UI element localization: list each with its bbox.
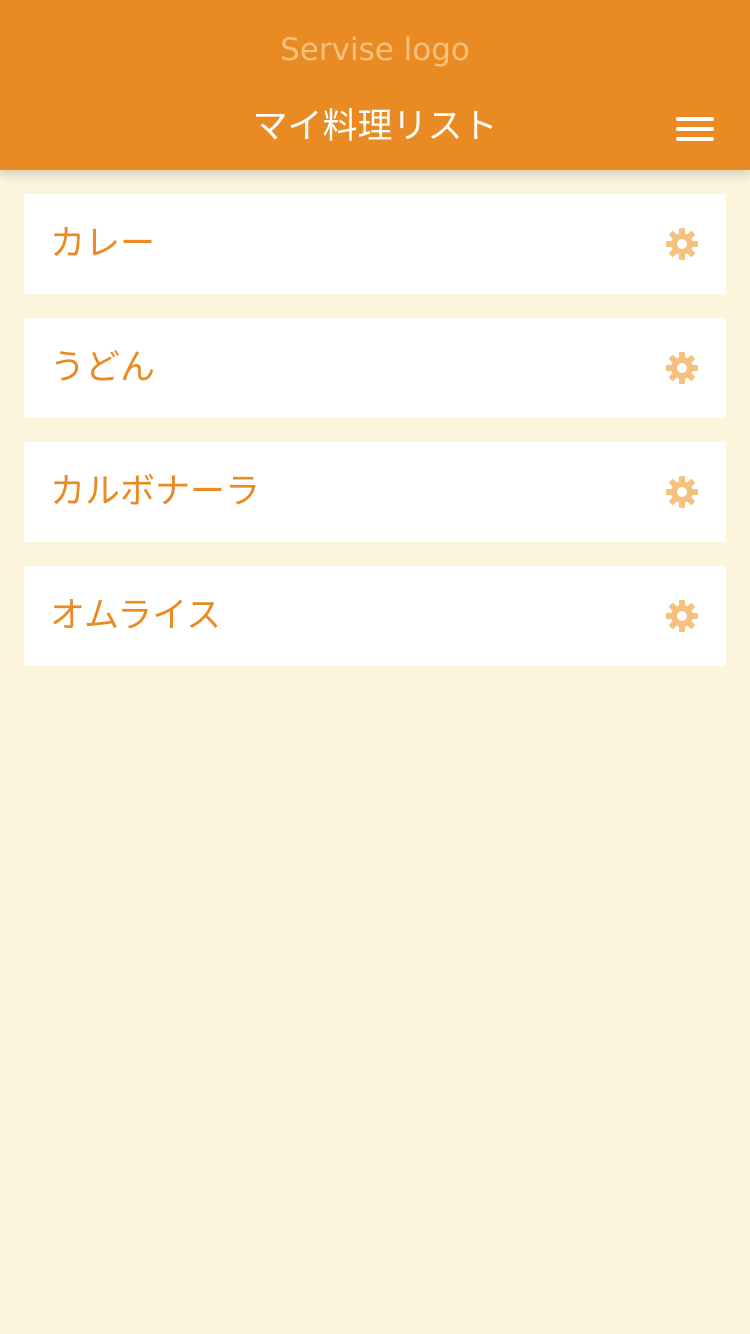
- dish-name: カルボナーラ: [50, 472, 261, 512]
- gear-icon[interactable]: [664, 226, 700, 262]
- list-item[interactable]: うどん: [24, 318, 726, 418]
- list-item[interactable]: カルボナーラ: [24, 442, 726, 542]
- dish-name: カレー: [50, 224, 156, 264]
- gear-icon[interactable]: [664, 598, 700, 634]
- dish-name: うどん: [50, 348, 156, 388]
- gear-icon[interactable]: [664, 350, 700, 386]
- list-item[interactable]: カレー: [24, 194, 726, 294]
- hamburger-menu-icon: [676, 127, 714, 131]
- service-logo: Servise logo: [280, 32, 470, 68]
- dish-list: カレー うどん カルボナーラ オムライス: [24, 194, 726, 690]
- dish-name: オムライス: [50, 596, 222, 636]
- hamburger-menu-icon: [676, 117, 714, 121]
- hamburger-menu-button[interactable]: [668, 107, 722, 151]
- hamburger-menu-icon: [676, 137, 714, 141]
- list-item[interactable]: オムライス: [24, 566, 726, 666]
- page-title: マイ料理リスト: [252, 107, 498, 147]
- app-header: Servise logo マイ料理リスト: [0, 0, 750, 170]
- gear-icon[interactable]: [664, 474, 700, 510]
